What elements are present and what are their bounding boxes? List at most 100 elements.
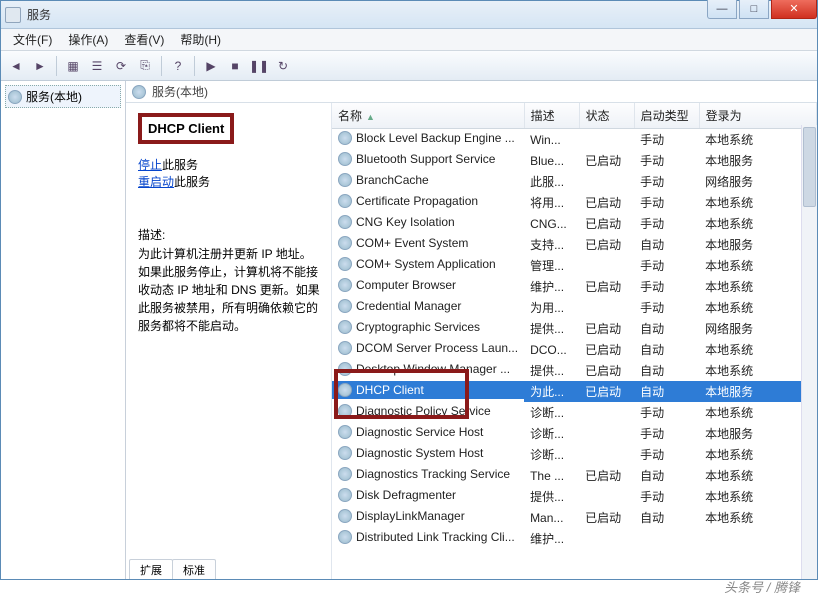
service-startup: 手动 — [634, 150, 699, 171]
service-status: 已启动 — [579, 213, 634, 234]
gear-icon — [338, 131, 352, 145]
table-row[interactable]: Diagnostic System Host诊断...手动本地系统 — [332, 444, 817, 465]
minimize-button[interactable]: — — [707, 0, 737, 19]
tree-pane: 服务(本地) — [1, 81, 126, 579]
scrollbar-thumb[interactable] — [803, 127, 816, 207]
service-logon: 网络服务 — [699, 318, 816, 339]
maximize-button[interactable]: □ — [739, 0, 769, 19]
table-row[interactable]: DHCP Client为此...已启动自动本地服务 — [332, 381, 817, 402]
service-startup: 自动 — [634, 339, 699, 360]
col-desc[interactable]: 描述 — [524, 103, 579, 129]
refresh-button[interactable]: ⟳ — [110, 55, 132, 77]
table-row[interactable]: Block Level Backup Engine ...Win...手动本地系… — [332, 129, 817, 151]
stop-button[interactable]: ■ — [224, 55, 246, 77]
service-name: Computer Browser — [356, 278, 456, 292]
services-window: 服务 — □ ✕ 文件(F) 操作(A) 查看(V) 帮助(H) ◄ ► ▦ ☰… — [0, 0, 818, 580]
description-text: 为此计算机注册并更新 IP 地址。如果此服务停止，计算机将不能接收动态 IP 地… — [138, 245, 323, 335]
table-row[interactable]: DCOM Server Process Laun...DCO...已启动自动本地… — [332, 339, 817, 360]
titlebar[interactable]: 服务 — □ ✕ — [1, 1, 817, 29]
table-row[interactable]: Certificate Propagation将用...已启动手动本地系统 — [332, 192, 817, 213]
forward-button[interactable]: ► — [29, 55, 51, 77]
service-desc: 为此... — [524, 381, 579, 402]
table-row[interactable]: COM+ System Application管理...手动本地系统 — [332, 255, 817, 276]
table-row[interactable]: COM+ Event System支持...已启动自动本地服务 — [332, 234, 817, 255]
back-button[interactable]: ◄ — [5, 55, 27, 77]
show-hide-tree-button[interactable]: ▦ — [62, 55, 84, 77]
service-status — [579, 423, 634, 444]
table-row[interactable]: Diagnostic Service Host诊断...手动本地服务 — [332, 423, 817, 444]
menu-file[interactable]: 文件(F) — [5, 29, 60, 50]
gear-icon — [338, 383, 352, 397]
menu-action[interactable]: 操作(A) — [60, 29, 116, 50]
service-startup: 自动 — [634, 507, 699, 528]
tab-standard[interactable]: 标准 — [172, 559, 216, 579]
service-status: 已启动 — [579, 192, 634, 213]
service-logon: 本地服务 — [699, 423, 816, 444]
col-name[interactable]: 名称▲ — [332, 103, 524, 129]
service-desc: 管理... — [524, 255, 579, 276]
service-startup: 手动 — [634, 423, 699, 444]
close-button[interactable]: ✕ — [771, 0, 817, 19]
table-row[interactable]: Diagnostics Tracking ServiceThe ...已启动自动… — [332, 465, 817, 486]
col-status[interactable]: 状态 — [579, 103, 634, 129]
service-logon: 本地系统 — [699, 507, 816, 528]
restart-button[interactable]: ↻ — [272, 55, 294, 77]
split-view: DHCP Client 停止此服务 重启动此服务 描述: 为此计算机注册并更新 … — [126, 103, 817, 579]
table-row[interactable]: Disk Defragmenter提供...手动本地系统 — [332, 486, 817, 507]
properties-button[interactable]: ☰ — [86, 55, 108, 77]
service-status — [579, 297, 634, 318]
sort-indicator-icon: ▲ — [366, 112, 375, 122]
table-row[interactable]: DisplayLinkManagerMan...已启动自动本地系统 — [332, 507, 817, 528]
service-logon: 本地系统 — [699, 444, 816, 465]
service-name: CNG Key Isolation — [356, 215, 455, 229]
service-startup: 手动 — [634, 276, 699, 297]
gear-icon — [338, 215, 352, 229]
table-row[interactable]: Distributed Link Tracking Cli... 维护... — [332, 528, 817, 549]
table-row[interactable]: BranchCache此服...手动网络服务 — [332, 171, 817, 192]
tree-root-services[interactable]: 服务(本地) — [5, 85, 121, 108]
services-table: 名称▲ 描述 状态 启动类型 登录为 Block Level Backup En… — [332, 103, 817, 549]
col-logon[interactable]: 登录为 — [699, 103, 816, 129]
service-desc: Win... — [524, 129, 579, 151]
menu-view[interactable]: 查看(V) — [116, 29, 172, 50]
table-row[interactable]: Cryptographic Services提供...已启动自动网络服务 — [332, 318, 817, 339]
help-button[interactable]: ? — [167, 55, 189, 77]
service-status — [579, 486, 634, 507]
service-name: Distributed Link Tracking Cli... — [356, 530, 515, 544]
col-startup[interactable]: 启动类型 — [634, 103, 699, 129]
service-name: COM+ Event System — [356, 236, 468, 250]
services-table-wrap[interactable]: 名称▲ 描述 状态 启动类型 登录为 Block Level Backup En… — [331, 103, 817, 579]
gear-icon — [338, 446, 352, 460]
service-status: 已启动 — [579, 360, 634, 381]
gear-icon — [338, 404, 352, 418]
tab-extended[interactable]: 扩展 — [129, 559, 173, 579]
scrollbar[interactable] — [801, 125, 817, 579]
service-startup: 手动 — [634, 192, 699, 213]
pause-button[interactable]: ❚❚ — [248, 55, 270, 77]
service-desc: 维护... — [524, 528, 579, 549]
service-logon: 本地系统 — [699, 129, 816, 151]
stop-link[interactable]: 停止 — [138, 158, 162, 172]
right-pane: 服务(本地) DHCP Client 停止此服务 重启动此服务 — [126, 81, 817, 579]
menu-help[interactable]: 帮助(H) — [172, 29, 229, 50]
service-status: 已启动 — [579, 381, 634, 402]
export-button[interactable]: ⎘ — [134, 55, 156, 77]
start-button[interactable]: ▶ — [200, 55, 222, 77]
table-row[interactable]: Computer Browser维护...已启动手动本地系统 — [332, 276, 817, 297]
service-logon: 本地系统 — [699, 297, 816, 318]
table-row[interactable]: Desktop Window Manager ...提供...已启动自动本地系统 — [332, 360, 817, 381]
table-row[interactable]: Credential Manager为用...手动本地系统 — [332, 297, 817, 318]
service-name: Diagnostic System Host — [356, 446, 483, 460]
table-row[interactable]: Diagnostic Policy Service诊断...手动本地系统 — [332, 402, 817, 423]
service-name: DCOM Server Process Laun... — [356, 341, 518, 355]
service-desc: 为用... — [524, 297, 579, 318]
service-status: 已启动 — [579, 339, 634, 360]
restart-link[interactable]: 重启动 — [138, 175, 174, 189]
service-startup: 自动 — [634, 465, 699, 486]
gear-icon — [338, 488, 352, 502]
service-desc: 将用... — [524, 192, 579, 213]
service-startup: 手动 — [634, 486, 699, 507]
table-row[interactable]: CNG Key IsolationCNG...已启动手动本地系统 — [332, 213, 817, 234]
table-row[interactable]: Bluetooth Support ServiceBlue...已启动手动本地服… — [332, 150, 817, 171]
gear-icon — [338, 236, 352, 250]
